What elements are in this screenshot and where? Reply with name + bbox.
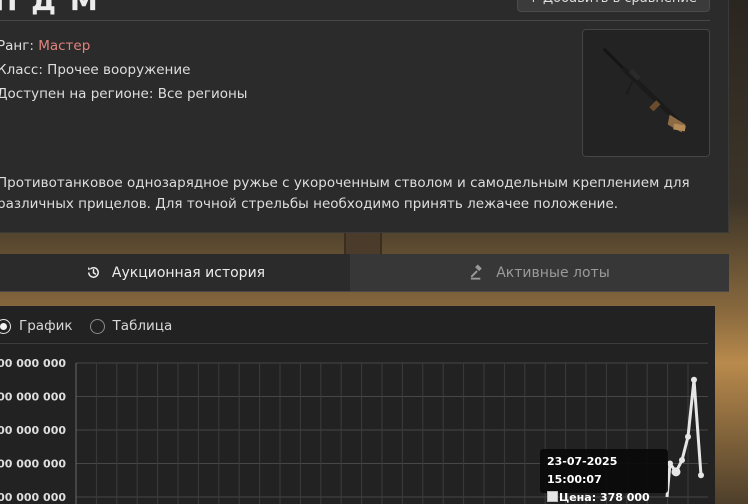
region-row: Доступен на регионе: Все регионы — [0, 86, 248, 102]
tooltip-price: Цена: 378 000 000 — [559, 491, 650, 504]
history-icon — [87, 267, 99, 278]
item-image — [582, 29, 710, 157]
tooltip-price-row: Цена: 378 000 000 — [547, 489, 668, 504]
item-title: П Д М — [0, 0, 100, 17]
title-divider — [0, 20, 710, 21]
rank-row: Ранг: Мастер — [0, 34, 247, 58]
y-tick-label: 700 000 000 — [0, 357, 66, 370]
chart-tooltip: 23-07-2025 15:00:07 Цена: 378 000 000 — [540, 449, 668, 504]
y-tick-label: 400 000 000 — [0, 458, 66, 471]
price-point[interactable] — [679, 457, 685, 464]
class-row: Класс: Прочее вооружение — [0, 62, 191, 78]
price-point[interactable] — [685, 433, 691, 440]
price-series-line — [665, 378, 703, 498]
gavel-icon — [471, 264, 483, 280]
price-point[interactable] — [698, 472, 704, 479]
rank-value: Мастер — [38, 38, 91, 54]
item-properties: Ранг: Мастер Класс: Прочее вооружение До… — [0, 34, 247, 106]
y-tick-label: 600 000 000 — [0, 391, 66, 404]
item-description: Противотанковое однозарядное ружье с уко… — [0, 175, 690, 212]
tab-active-lots-label: Активные лоты — [496, 264, 610, 281]
series-swatch — [547, 491, 558, 502]
price-point[interactable] — [671, 467, 681, 477]
tab-auction-history[interactable]: Аукционная история — [0, 254, 350, 291]
rank-label: Ранг: — [0, 38, 39, 54]
price-point[interactable] — [691, 376, 697, 383]
add-to-compare-button[interactable]: + Добавить в сравнение — [517, 0, 710, 12]
tab-auction-history-label: Аукционная история — [111, 264, 266, 281]
tab-active-lots[interactable]: Активные лоты — [350, 254, 729, 291]
tooltip-date: 23-07-2025 15:00:07 — [547, 455, 618, 486]
history-tabs: Аукционная история Активные лоты — [0, 254, 729, 292]
y-tick-label: 500 000 000 — [0, 424, 66, 437]
item-info-card: П Д М + Добавить в сравнение Ранг: Масте… — [0, 0, 729, 233]
y-tick-label: 300 000 000 — [0, 491, 66, 504]
anti-tank-rifle-icon — [603, 48, 686, 133]
